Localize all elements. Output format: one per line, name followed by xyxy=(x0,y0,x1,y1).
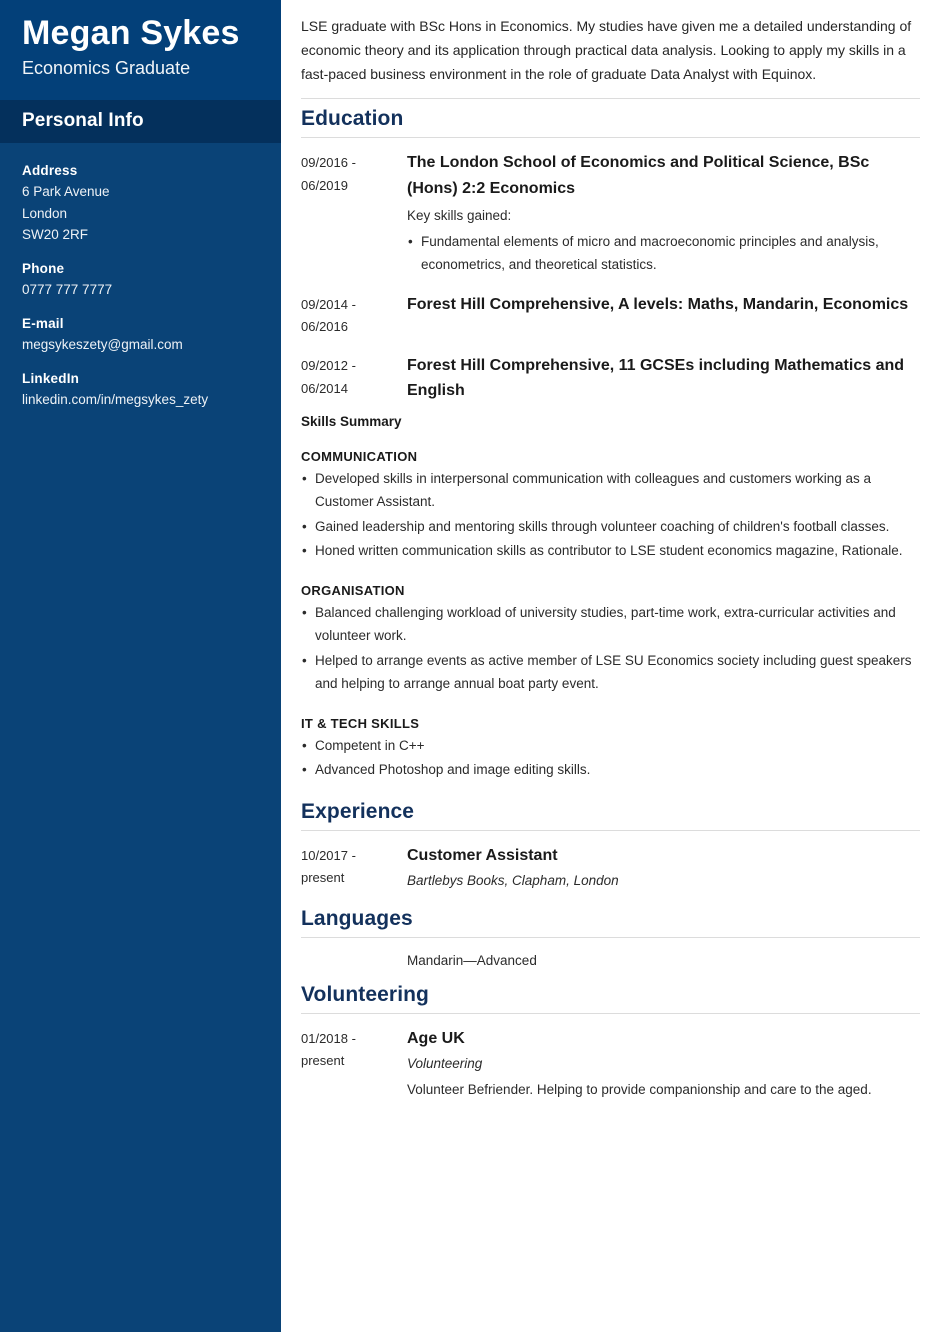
language-row: Mandarin—Advanced xyxy=(301,950,920,973)
info-value-address-line3: SW20 2RF xyxy=(22,227,89,243)
section-volunteering: Volunteering 01/2018 - present Age UK Vo… xyxy=(301,983,920,1102)
list-item: Honed written communication skills as co… xyxy=(301,539,920,563)
language-item: Mandarin—Advanced xyxy=(407,952,537,968)
sidebar: Megan Sykes Economics Graduate Personal … xyxy=(0,0,281,1332)
info-value-email[interactable]: megsykeszety@gmail.com xyxy=(22,334,259,356)
info-value-address-line1: 6 Park Avenue xyxy=(22,183,110,199)
info-value-address-line2: London xyxy=(22,205,68,221)
list-item: Gained leadership and mentoring skills t… xyxy=(301,515,920,539)
list-item: Advanced Photoshop and image editing ski… xyxy=(301,758,920,782)
experience-entry: 10/2017 - present Customer Assistant Bar… xyxy=(301,843,920,893)
section-title-experience: Experience xyxy=(301,799,415,823)
education-entry: 09/2012 - 06/2014 Forest Hill Comprehens… xyxy=(301,353,920,406)
skill-group-bullets: Balanced challenging workload of univers… xyxy=(301,601,920,696)
skills-summary-label: Skills Summary xyxy=(301,413,402,429)
volunteering-entry: 01/2018 - present Age UK Volunteering Vo… xyxy=(301,1026,920,1102)
education-entry-heading: Forest Hill Comprehensive, A levels: Mat… xyxy=(407,295,909,313)
experience-entry-body: Customer Assistant Bartlebys Books, Clap… xyxy=(407,843,920,893)
education-entry-body: Forest Hill Comprehensive, 11 GCSEs incl… xyxy=(407,353,920,406)
volunteering-entry-heading: Age UK xyxy=(407,1029,465,1047)
info-label-address: Address xyxy=(22,162,78,178)
education-entry-body: Forest Hill Comprehensive, A levels: Mat… xyxy=(407,292,920,319)
section-languages: Languages Mandarin—Advanced xyxy=(301,907,920,973)
volunteering-entry-role: Volunteering xyxy=(407,1055,483,1071)
volunteering-entry-note: Volunteer Befriender. Helping to provide… xyxy=(407,1081,872,1097)
volunteering-entry-date-to: present xyxy=(301,1053,345,1069)
info-value-phone: 0777 777 7777 xyxy=(22,282,113,298)
skill-group-communication: COMMUNICATION Developed skills in interp… xyxy=(301,449,920,563)
skill-group-title: COMMUNICATION xyxy=(301,448,418,464)
list-item: Competent in C++ xyxy=(301,734,920,758)
volunteering-entry-date: 01/2018 - present xyxy=(301,1026,407,1074)
education-entry-body: The London School of Economics and Polit… xyxy=(407,150,920,277)
skill-group-it-tech-skills: IT & TECH SKILLS Competent in C++ Advanc… xyxy=(301,716,920,782)
main-content: LSE graduate with BSc Hons in Economics.… xyxy=(281,0,942,1332)
education-entry: 09/2014 - 06/2016 Forest Hill Comprehens… xyxy=(301,292,920,340)
resume-page: Megan Sykes Economics Graduate Personal … xyxy=(0,0,942,1332)
volunteering-entry-date-from: 01/2018 - xyxy=(301,1030,356,1046)
section-skills-summary: Skills Summary COMMUNICATION Developed s… xyxy=(301,414,920,782)
info-value-linkedin[interactable]: linkedin.com/in/megsykes_zety xyxy=(22,389,259,411)
education-entry-date-to: 06/2014 xyxy=(301,380,348,396)
education-entry-date: 09/2012 - 06/2014 xyxy=(301,353,407,401)
info-group-phone: Phone 0777 777 7777 xyxy=(22,261,259,301)
list-item: Developed skills in interpersonal commun… xyxy=(301,467,920,514)
profile-summary: LSE graduate with BSc Hons in Economics.… xyxy=(301,18,912,83)
education-entry-date-from: 09/2014 - xyxy=(301,296,356,312)
education-entry-date-to: 06/2016 xyxy=(301,319,348,335)
education-entry-heading: The London School of Economics and Polit… xyxy=(407,154,870,197)
education-entry-date-from: 09/2012 - xyxy=(301,358,356,374)
education-entry-bullets: Fundamental elements of micro and macroe… xyxy=(407,230,920,277)
info-group-email: E-mail megsykeszety@gmail.com xyxy=(22,316,259,356)
section-title-volunteering: Volunteering xyxy=(301,982,429,1006)
list-item: Fundamental elements of micro and macroe… xyxy=(407,230,920,277)
experience-divider xyxy=(301,829,920,831)
education-entry-date-from: 09/2016 - xyxy=(301,155,356,171)
sidebar-header: Megan Sykes Economics Graduate xyxy=(0,0,281,100)
education-divider xyxy=(301,137,920,139)
info-label-phone: Phone xyxy=(22,261,65,277)
section-education: Education 09/2016 - 06/2019 The London S… xyxy=(301,107,920,405)
experience-entry-employer: Bartlebys Books, Clapham, London xyxy=(407,872,619,888)
list-item: Balanced challenging workload of univers… xyxy=(301,601,920,648)
candidate-name: Megan Sykes xyxy=(22,14,240,52)
education-entry-lead: Key skills gained: xyxy=(407,207,512,223)
personal-info-list: Address 6 Park Avenue London SW20 2RF Ph… xyxy=(0,143,281,411)
summary-divider xyxy=(301,98,920,100)
skill-group-organisation: ORGANISATION Balanced challenging worklo… xyxy=(301,583,920,696)
education-entry-date: 09/2014 - 06/2016 xyxy=(301,292,407,340)
personal-info-band: Personal Info xyxy=(0,99,281,143)
experience-entry-date-from: 10/2017 - xyxy=(301,847,356,863)
section-title-languages: Languages xyxy=(301,906,413,930)
list-item: Helped to arrange events as active membe… xyxy=(301,649,920,696)
skill-group-bullets: Competent in C++ Advanced Photoshop and … xyxy=(301,734,920,782)
volunteering-entry-body: Age UK Volunteering Volunteer Befriender… xyxy=(407,1026,920,1102)
info-group-address: Address 6 Park Avenue London SW20 2RF xyxy=(22,163,259,247)
skill-group-title: IT & TECH SKILLS xyxy=(301,715,420,731)
personal-info-heading: Personal Info xyxy=(22,109,144,131)
section-experience: Experience 10/2017 - present Customer As… xyxy=(301,800,920,893)
education-entry: 09/2016 - 06/2019 The London School of E… xyxy=(301,150,920,277)
experience-entry-date: 10/2017 - present xyxy=(301,843,407,891)
info-label-linkedin: LinkedIn xyxy=(22,370,80,386)
info-label-email: E-mail xyxy=(22,316,64,332)
candidate-job-title: Economics Graduate xyxy=(22,58,191,79)
experience-entry-heading: Customer Assistant xyxy=(407,846,558,864)
education-entry-date-to: 06/2019 xyxy=(301,177,348,193)
experience-entry-date-to: present xyxy=(301,870,345,886)
volunteering-divider xyxy=(301,1012,920,1014)
skill-group-bullets: Developed skills in interpersonal commun… xyxy=(301,467,920,563)
education-entry-heading: Forest Hill Comprehensive, 11 GCSEs incl… xyxy=(407,357,905,400)
languages-divider xyxy=(301,936,920,938)
section-title-education: Education xyxy=(301,107,404,131)
skill-group-title: ORGANISATION xyxy=(301,582,405,598)
info-group-linkedin: LinkedIn linkedin.com/in/megsykes_zety xyxy=(22,371,259,411)
education-entry-date: 09/2016 - 06/2019 xyxy=(301,150,407,198)
